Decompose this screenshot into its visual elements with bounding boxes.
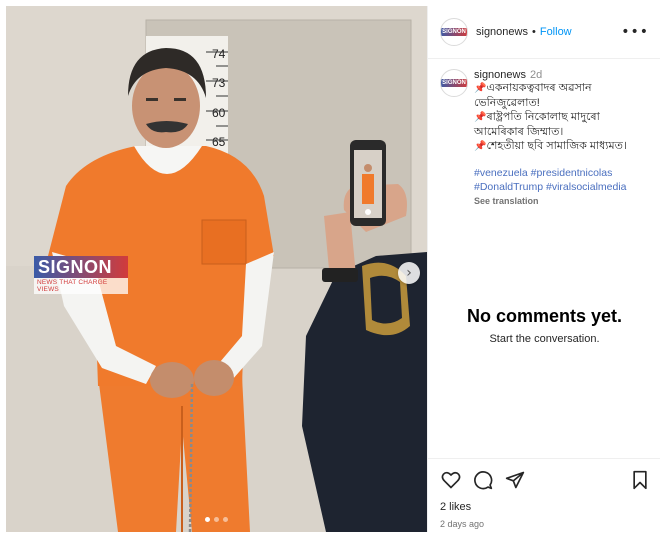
avatar[interactable]: SIGNON [440,18,468,46]
chart-mark-60: 60 [212,106,226,120]
empty-comments: No comments yet. Start the conversation. [428,306,660,345]
caption-line: 📌ৰাষ্ট্ৰপতি নিকোলাছ মাদুৰো আমেৰিকাৰ জিম্… [474,110,649,139]
carousel-dot [205,517,210,522]
instagram-post-modal: 74 73 60 65 SIGNON NEWS THAT CHARGE VIEW… [0,0,660,532]
avatar-logo: SIGNON [441,28,467,36]
chart-mark-74: 74 [212,47,226,61]
hashtag[interactable]: #presidentnicolas [531,167,613,179]
signon-watermark: SIGNON NEWS THAT CHARGE VIEWS [34,256,128,294]
next-photo-button[interactable]: › [398,262,420,284]
caption-username[interactable]: signonews [474,69,526,81]
post-date[interactable]: 2 days ago [440,519,651,529]
caption-line-text: একনায়কত্ববাদৰ অৱসান ভেনিজুৱেলাত! [474,82,592,109]
post-photo[interactable]: 74 73 60 65 SIGNON NEWS THAT CHARGE VIEW… [6,6,427,532]
chevron-right-icon: › [406,265,412,281]
heart-icon[interactable] [440,469,462,491]
action-icons [440,469,651,491]
caption-avatar-logo: SIGNON [441,79,467,87]
comment-icon[interactable] [472,469,494,491]
post-header: SIGNON signonews • Follow ••• [428,6,660,59]
share-icon[interactable] [504,469,526,491]
no-comments-title: No comments yet. [466,306,623,326]
pin-icon: 📌 [474,112,487,123]
chart-mark-65: 65 [212,135,226,149]
hashtag[interactable]: #viralsocialmedia [546,181,627,193]
caption-time[interactable]: 2d [530,69,542,81]
header-username[interactable]: signonews [476,26,528,38]
caption-header: signonews 2d [474,69,649,81]
pin-icon: 📌 [474,83,487,94]
follow-button[interactable]: Follow [540,26,572,38]
no-comments-subtitle: Start the conversation. [489,333,600,345]
caption: SIGNON signonews 2d 📌একনায়কত্ববাদৰ অৱসান… [428,59,660,206]
watermark-tagline: NEWS THAT CHARGE VIEWS [34,278,128,294]
post-side-panel: SIGNON signonews • Follow ••• SIGNON sig… [427,6,660,532]
carousel-dot [223,517,228,522]
see-translation-link[interactable]: See translation [474,196,649,206]
caption-line: 📌একনায়কত্ববাদৰ অৱসান ভেনিজুৱেলাত! [474,81,649,110]
pin-icon: 📌 [474,141,487,152]
hashtags: #venezuela #presidentnicolas #DonaldTrum… [474,166,649,194]
header-separator: • [531,26,536,38]
carousel-indicator [6,517,427,522]
more-icon[interactable]: ••• [621,24,649,40]
likes-count[interactable]: 2 likes [440,501,651,513]
caption-line: 📌শেহতীয়া ছবি সামাজিক মাধ্যমত। [474,139,649,154]
hashtag[interactable]: #DonaldTrump [474,181,543,193]
chart-mark-73: 73 [212,76,226,90]
caption-line-text: ৰাষ্ট্ৰপতি নিকোলাছ মাদুৰো আমেৰিকাৰ জিম্ম… [474,111,600,138]
bookmark-icon[interactable] [629,469,651,491]
hashtag[interactable]: #venezuela [474,167,528,179]
watermark-brand: SIGNON [34,256,128,278]
caption-avatar[interactable]: SIGNON [440,69,468,97]
caption-body: signonews 2d 📌একনায়কত্ববাদৰ অৱসান ভেনিজু… [474,69,649,206]
caption-line-text: শেহতীয়া ছবি সামাজিক মাধ্যমত। [486,140,627,152]
carousel-dot [214,517,219,522]
action-bar: 2 likes 2 days ago [428,458,660,539]
